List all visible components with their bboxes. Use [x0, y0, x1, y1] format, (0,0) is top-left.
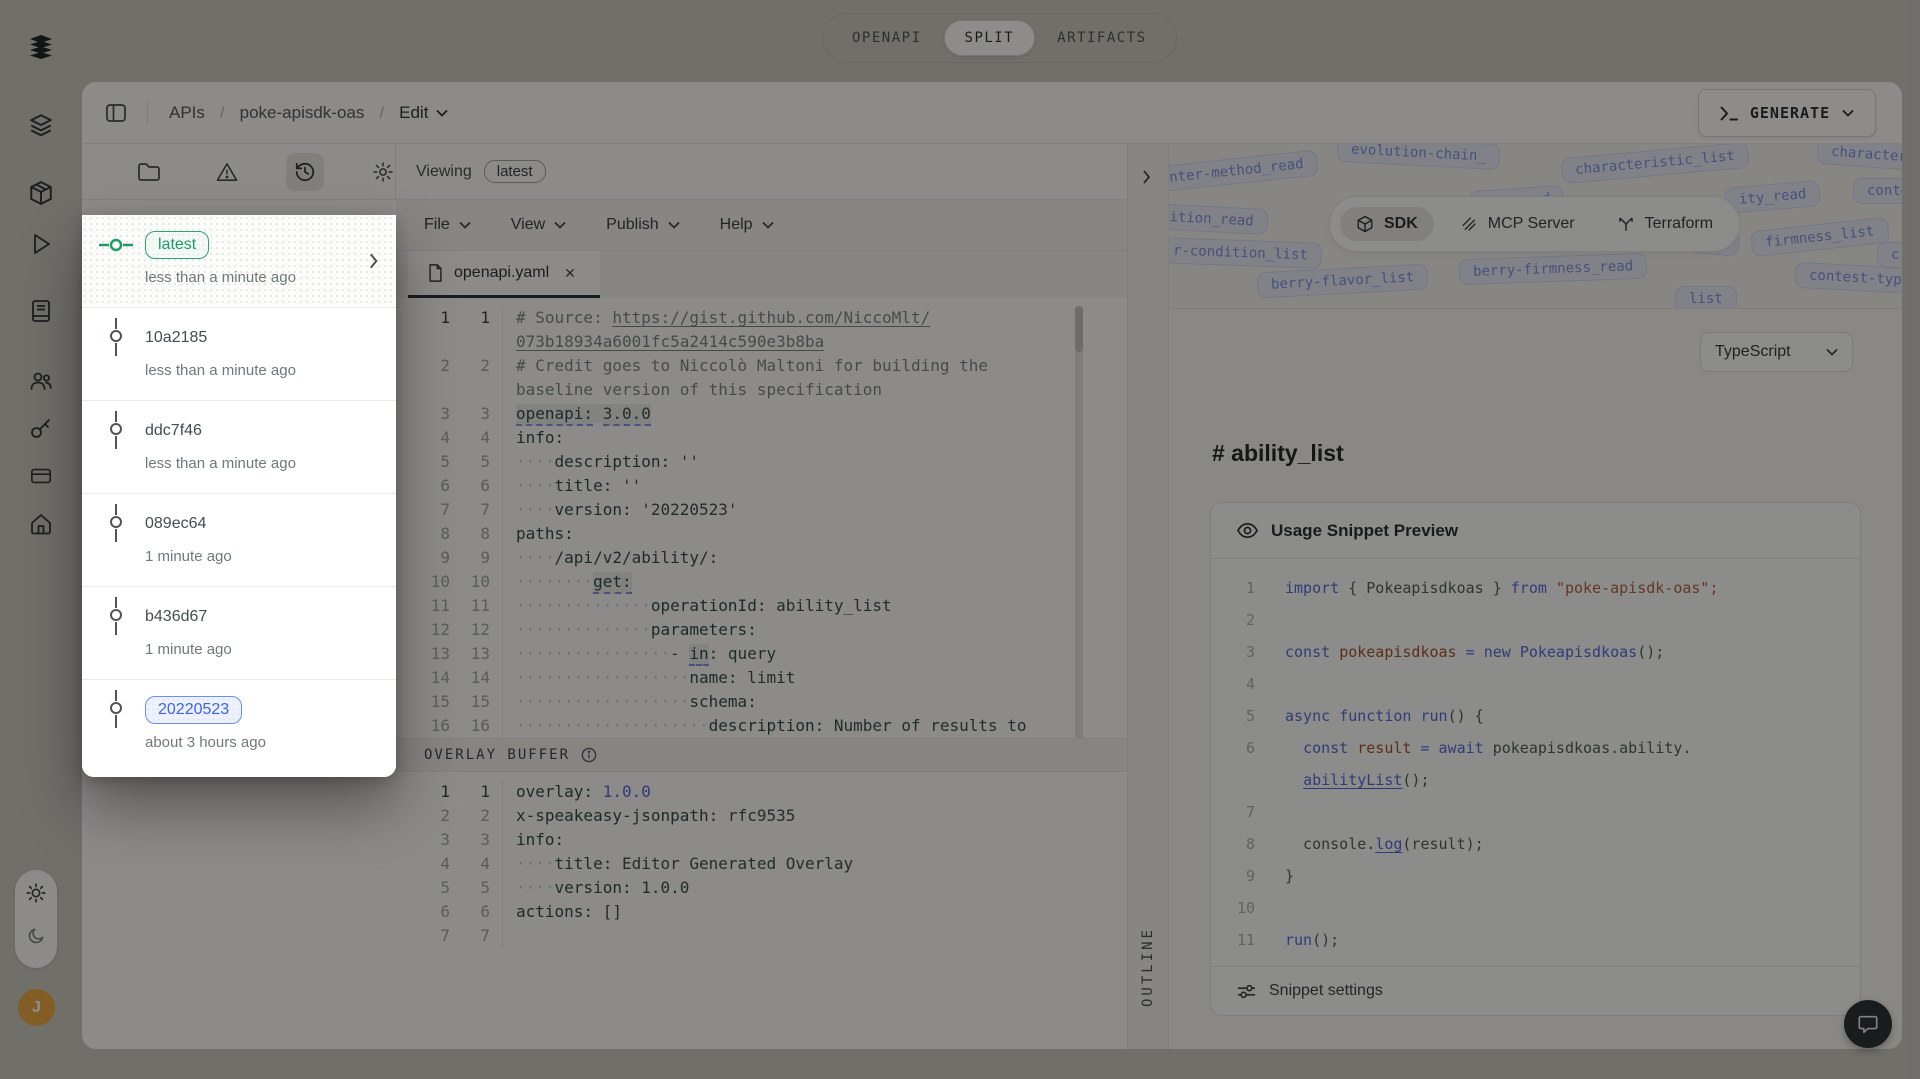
chevron-right-icon: [369, 253, 378, 269]
git-commit-icon: [108, 688, 124, 732]
version-item-089ec64[interactable]: 089ec64 1 minute ago: [82, 494, 396, 587]
version-badge: latest: [145, 231, 210, 259]
version-timestamp: less than a minute ago: [145, 269, 296, 286]
git-commit-icon: [108, 316, 124, 360]
version-item-10a2185[interactable]: 10a2185 less than a minute ago: [82, 308, 396, 401]
version-label: latest: [145, 215, 396, 263]
version-item-latest[interactable]: latest less than a minute ago: [82, 215, 396, 308]
version-timestamp: about 3 hours ago: [145, 734, 266, 751]
version-label: 10a2185: [145, 329, 208, 346]
version-item-20220523[interactable]: 20220523 about 3 hours ago: [82, 680, 396, 777]
version-timestamp: 1 minute ago: [145, 641, 232, 658]
version-history-popover: latest less than a minute ago 10a2185 less …: [82, 215, 396, 777]
version-label: 089ec64: [145, 515, 207, 532]
git-commit-icon: [108, 409, 124, 453]
version-timestamp: 1 minute ago: [145, 548, 232, 565]
version-label: ddc7f46: [145, 422, 202, 439]
app-window: J OPENAPI SPLIT ARTIFACTS APIs / poke-apisdk…: [0, 0, 1920, 1079]
version-label: 20220523: [145, 680, 396, 728]
git-commit-icon: [108, 595, 124, 639]
branch-latest-icon: [98, 237, 134, 253]
git-commit-icon: [108, 502, 124, 546]
version-badge: 20220523: [145, 696, 243, 724]
version-label: b436d67: [145, 608, 208, 625]
version-timestamp: less than a minute ago: [145, 455, 296, 472]
version-item-ddc7f46[interactable]: ddc7f46 less than a minute ago: [82, 401, 396, 494]
version-item-b436d67[interactable]: b436d67 1 minute ago: [82, 587, 396, 680]
version-timestamp: less than a minute ago: [145, 362, 296, 379]
